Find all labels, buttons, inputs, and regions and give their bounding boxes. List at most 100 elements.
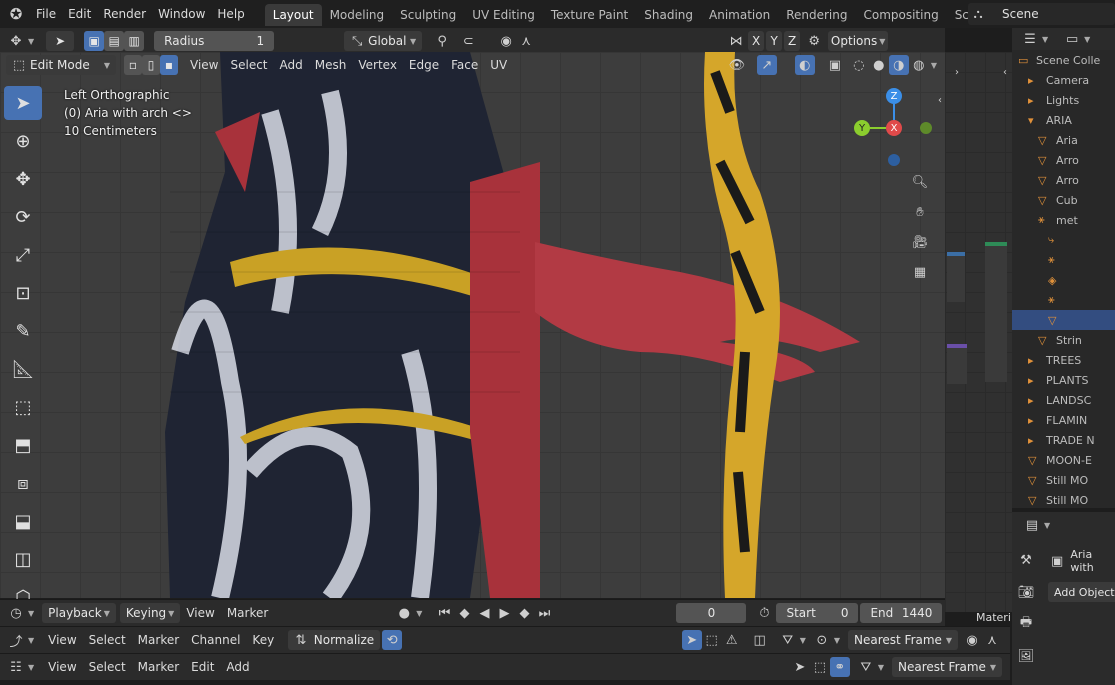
snap-icon[interactable]: ⊂ xyxy=(458,31,478,51)
object-name-row[interactable]: ▣ Aria with xyxy=(1048,548,1115,574)
pivot-icon[interactable]: ⚲ xyxy=(432,31,452,51)
cursor-tool-icon[interactable]: ⊕ xyxy=(4,124,42,158)
keying-dropdown[interactable]: Keying ▼ xyxy=(119,603,181,623)
gizmo-axis-neg-y[interactable] xyxy=(920,122,932,134)
show-hidden-icon[interactable]: ⬚ xyxy=(702,630,722,650)
graph-menu-key[interactable]: Key xyxy=(246,629,280,651)
view-layer-tab-icon[interactable]: 🖼︎ xyxy=(1016,646,1036,666)
zoom-icon[interactable]: 🔍︎ xyxy=(910,172,930,192)
dope-snap-dropdown[interactable]: Nearest Frame ▼ xyxy=(892,657,1002,677)
grid-view-icon[interactable]: ▦ xyxy=(910,262,930,282)
node-block[interactable] xyxy=(985,242,1007,382)
outliner-row[interactable]: ▸ Camera xyxy=(1012,70,1115,90)
outliner-row[interactable]: ⚹ xyxy=(1012,290,1115,310)
menu-mesh[interactable]: Mesh xyxy=(309,54,353,76)
outliner-row[interactable]: ⚹ xyxy=(1012,250,1115,270)
next-keyframe-icon[interactable]: ◆ xyxy=(514,603,534,623)
dope-menu-marker[interactable]: Marker xyxy=(132,656,185,678)
dopesheet-editor-icon[interactable]: ☷ xyxy=(6,657,26,677)
auto-normalize-icon[interactable]: ⟲ xyxy=(382,630,403,650)
tab-modeling[interactable]: Modeling xyxy=(322,4,393,26)
add-object-constraint-button[interactable]: Add Object C xyxy=(1048,582,1115,602)
gizmo-toggle-icon[interactable]: ↗ xyxy=(756,55,777,75)
navigation-gizmo[interactable]: Z Y X xyxy=(850,86,940,166)
menu-add[interactable]: Add xyxy=(274,54,309,76)
jump-end-icon[interactable]: ⏭︎ xyxy=(534,603,554,623)
tab-uv-editing[interactable]: UV Editing xyxy=(464,4,543,26)
dope-menu-view[interactable]: View xyxy=(42,656,82,678)
pivot-point-icon[interactable]: ⊙ xyxy=(812,630,832,650)
render-tab-icon[interactable]: 📷︎ xyxy=(1016,582,1036,602)
outliner-row[interactable]: ⤷ xyxy=(1012,230,1115,250)
move-tool-icon[interactable]: ✥ xyxy=(4,162,42,196)
tab-texture-paint[interactable]: Texture Paint xyxy=(543,4,636,26)
annotate-tool-icon[interactable]: ✎ xyxy=(4,314,42,348)
tab-rendering[interactable]: Rendering xyxy=(778,4,855,26)
transform-icon[interactable]: ✥ xyxy=(6,31,26,51)
node-block[interactable] xyxy=(947,252,965,302)
xray-toggle-icon[interactable]: ▣ xyxy=(825,55,845,75)
graph-menu-channel[interactable]: Channel xyxy=(185,629,246,651)
show-hidden-icon[interactable]: ⬚ xyxy=(810,657,830,677)
node-block[interactable] xyxy=(947,344,967,384)
outliner-row[interactable]: ◈ xyxy=(1012,270,1115,290)
3d-viewport[interactable]: Left Orthographic (0) Aria with arch <> … xyxy=(0,52,945,598)
falloff-icon[interactable]: ⋏ xyxy=(516,31,536,51)
face-select-button[interactable]: ▪ xyxy=(160,55,178,75)
outliner-row[interactable]: ▽ xyxy=(1012,310,1115,330)
select-new-button[interactable]: ▣ xyxy=(84,31,105,51)
chevron-down-icon[interactable]: ▼ xyxy=(931,61,937,70)
graph-menu-marker[interactable]: Marker xyxy=(132,629,185,651)
outliner-row[interactable]: ⚹ met xyxy=(1012,210,1115,230)
wireframe-shading-icon[interactable]: ◌ xyxy=(849,55,869,75)
gizmo-axis-z[interactable]: Z xyxy=(886,88,902,104)
bevel-tool-icon[interactable]: ⬓ xyxy=(4,504,42,538)
timeline-menu-marker[interactable]: Marker xyxy=(221,602,274,624)
menu-view[interactable]: View xyxy=(184,54,224,76)
outliner-row[interactable]: ▽ Cub xyxy=(1012,190,1115,210)
gizmo-axis-neg-z[interactable] xyxy=(888,154,900,166)
display-mode-icon[interactable]: ☰ xyxy=(1020,29,1040,49)
axis-y-toggle[interactable]: Y xyxy=(766,31,783,51)
outliner-row[interactable]: ▸ LANDSC xyxy=(1012,390,1115,410)
outliner-row[interactable]: ▽ Strin xyxy=(1012,330,1115,350)
camera-icon[interactable]: 🎥︎ xyxy=(910,232,930,252)
errors-icon[interactable]: ⚠ xyxy=(722,630,742,650)
outliner-row[interactable]: ▽ Arro xyxy=(1012,150,1115,170)
radius-field[interactable]: Radius 1 xyxy=(154,31,275,51)
outliner-row[interactable]: ▽ Aria xyxy=(1012,130,1115,150)
filter-icon[interactable]: ⛛ xyxy=(856,657,876,677)
transform-tool-icon[interactable]: ⊡ xyxy=(4,276,42,310)
menu-edit[interactable]: Edit xyxy=(62,3,97,25)
axis-z-toggle[interactable]: Z xyxy=(784,31,801,51)
orientation-dropdown[interactable]: ⤡ Global ▼ xyxy=(344,31,423,51)
outliner-row[interactable]: ▽ Still MO xyxy=(1012,490,1115,510)
tab-shading[interactable]: Shading xyxy=(636,4,701,26)
outliner-row[interactable]: ▸ TREES xyxy=(1012,350,1115,370)
solid-shading-icon[interactable]: ● xyxy=(869,55,889,75)
end-frame-field[interactable]: End 1440 xyxy=(860,603,943,623)
output-tab-icon[interactable]: 🖶︎ xyxy=(1016,614,1036,634)
play-icon[interactable]: ▶ xyxy=(494,603,514,623)
inset-tool-icon[interactable]: ⧈ xyxy=(4,466,42,500)
outliner-row[interactable]: ▭ Scene Colle xyxy=(1012,50,1115,70)
loop-cut-tool-icon[interactable]: ◫ xyxy=(4,542,42,576)
dope-menu-add[interactable]: Add xyxy=(220,656,255,678)
active-tool-button[interactable]: ➤ xyxy=(46,31,75,51)
stopwatch-icon[interactable]: ⏱︎ xyxy=(754,603,774,623)
outliner-row[interactable]: ▸ FLAMIN xyxy=(1012,410,1115,430)
prev-keyframe-icon[interactable]: ◆ xyxy=(454,603,474,623)
filter-icon[interactable]: ▭ xyxy=(1062,29,1082,49)
playback-dropdown[interactable]: Playback ▼ xyxy=(42,603,116,623)
proportional-edit-icon[interactable]: ◉ xyxy=(496,31,516,51)
dope-menu-edit[interactable]: Edit xyxy=(185,656,220,678)
graph-snap-dropdown[interactable]: Nearest Frame ▼ xyxy=(848,630,958,650)
outliner-row[interactable]: ▸ TRADE N xyxy=(1012,430,1115,450)
outliner-row[interactable]: ▽ MOON-E xyxy=(1012,450,1115,470)
overlay-toggle-icon[interactable]: ◐ xyxy=(794,55,815,75)
mirror-icon[interactable]: ⋈ xyxy=(726,31,746,51)
falloff-icon[interactable]: ⋏ xyxy=(982,630,1002,650)
play-reverse-icon[interactable]: ◀ xyxy=(474,603,494,623)
graph-menu-view[interactable]: View xyxy=(42,629,82,651)
node-editor-strip[interactable]: › ‹ xyxy=(945,52,1012,612)
